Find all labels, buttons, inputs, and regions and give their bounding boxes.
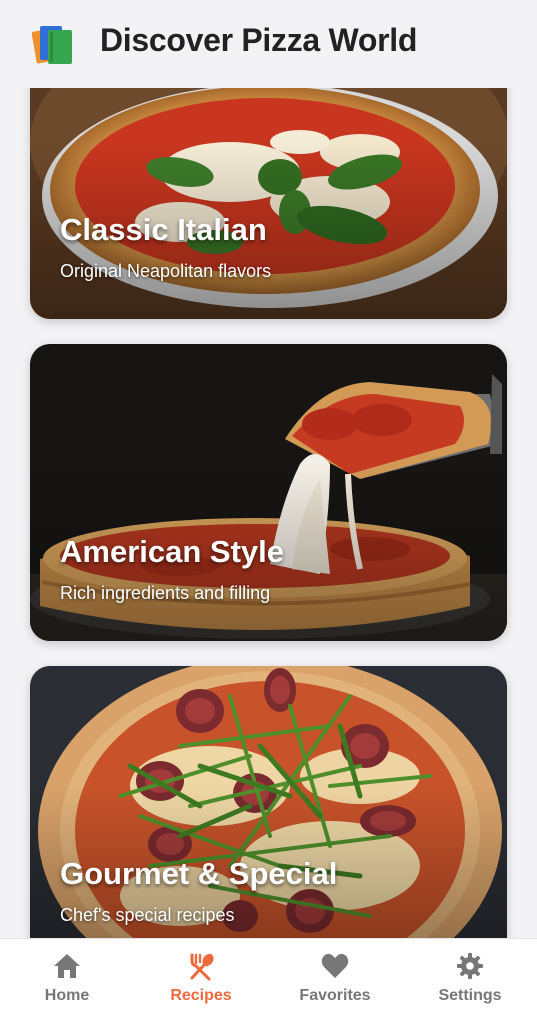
nav-label-home: Home — [44, 987, 90, 1004]
category-card-classic-italian[interactable]: Classic Italian Original Neapolitan flav… — [30, 88, 507, 319]
nav-item-recipes[interactable]: Recipes — [141, 951, 261, 1005]
bottom-nav: Home Recipes Favorites Settings — [0, 938, 537, 1024]
gear-icon — [457, 953, 483, 979]
category-card-gourmet-special[interactable]: Gourmet & Special Chef's special recipes — [30, 666, 507, 938]
card-subtitle: Chef's special recipes — [60, 905, 235, 925]
nav-item-home[interactable]: Home — [7, 951, 127, 1005]
card-title: Classic Italian — [60, 212, 267, 247]
books-icon — [32, 26, 72, 64]
page-title: Discover Pizza World — [100, 22, 418, 58]
category-card-american-style[interactable]: American Style Rich ingredients and fill… — [30, 344, 507, 641]
card-subtitle: Original Neapolitan flavors — [60, 261, 272, 281]
nav-item-favorites[interactable]: Favorites — [275, 951, 395, 1005]
app-header: Discover Pizza World — [0, 0, 537, 88]
nav-item-settings[interactable]: Settings — [410, 951, 530, 1005]
nav-label-favorites: Favorites — [299, 987, 371, 1004]
app-screen: Discover Pizza World Classic Italian Ori… — [0, 0, 537, 1024]
category-list[interactable]: Classic Italian Original Neapolitan flav… — [0, 88, 537, 938]
nav-label-recipes: Recipes — [170, 987, 232, 1004]
card-title: Gourmet & Special — [60, 856, 338, 891]
card-title: American Style — [60, 534, 284, 569]
heart-icon — [321, 953, 349, 978]
fork-spoon-icon — [190, 953, 214, 981]
nav-label-settings: Settings — [438, 987, 502, 1004]
home-icon — [54, 954, 80, 978]
card-subtitle: Rich ingredients and filling — [60, 583, 271, 603]
